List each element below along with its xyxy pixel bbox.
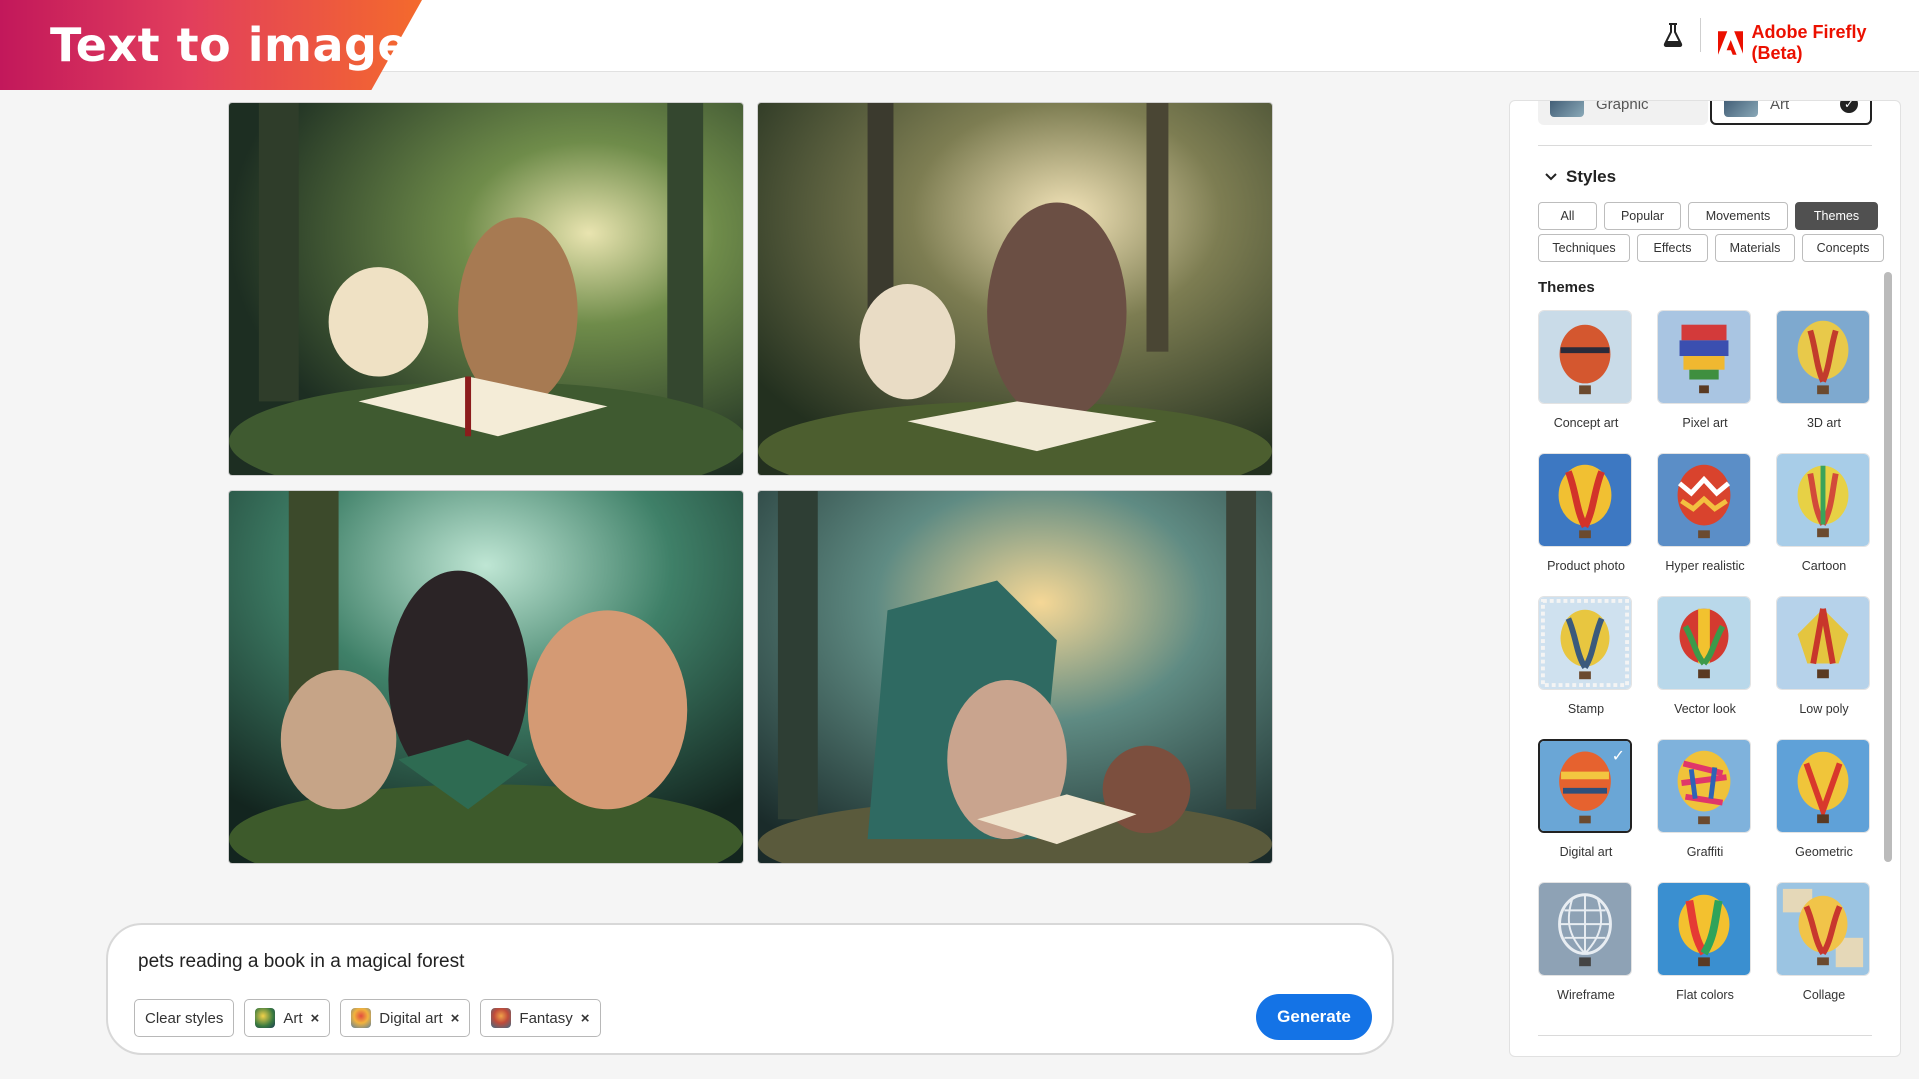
- style-chips: Clear styles Art × Digital art × Fantasy…: [134, 999, 601, 1037]
- styles-heading: Styles: [1566, 167, 1617, 186]
- themes-heading: Themes: [1538, 279, 1595, 296]
- theme-tile-concept-art[interactable]: Concept art: [1538, 310, 1634, 430]
- check-icon: ✓: [1840, 101, 1858, 113]
- tab-popular[interactable]: Popular: [1604, 202, 1681, 230]
- art-thumb-icon: [255, 1008, 276, 1028]
- art-thumb-icon: [1724, 101, 1758, 117]
- prompt-input[interactable]: pets reading a book in a magical forest: [138, 951, 464, 973]
- style-chip-art[interactable]: Art ×: [244, 999, 331, 1037]
- clear-styles-button[interactable]: Clear styles: [134, 999, 235, 1037]
- tab-movements[interactable]: Movements: [1688, 202, 1788, 230]
- balloon-thumb-icon: [1776, 453, 1870, 547]
- result-image-3[interactable]: [228, 490, 744, 864]
- theme-label: Stamp: [1567, 702, 1605, 716]
- prompt-box: pets reading a book in a magical forest …: [106, 923, 1394, 1055]
- generate-button[interactable]: Generate: [1256, 994, 1372, 1040]
- balloon-thumb-icon: [1776, 310, 1870, 404]
- divider: [1538, 145, 1872, 146]
- balloon-thumb-icon: [1538, 882, 1632, 976]
- theme-tile-stamp[interactable]: Stamp: [1538, 596, 1634, 716]
- theme-tile-graffiti[interactable]: Graffiti: [1657, 739, 1753, 859]
- theme-tile-digital-art[interactable]: ✓ Digital art: [1538, 739, 1634, 859]
- theme-label: Graffiti: [1686, 845, 1724, 859]
- style-chip-digital-art[interactable]: Digital art ×: [340, 999, 471, 1037]
- clear-styles-label: Clear styles: [145, 1009, 224, 1027]
- chip-label: Art: [283, 1009, 303, 1027]
- theme-label: Vector look: [1674, 702, 1736, 716]
- balloon-thumb-icon: [1657, 310, 1751, 404]
- theme-label: 3D art: [1806, 416, 1842, 430]
- balloon-thumb-icon: ✓: [1538, 739, 1632, 833]
- balloon-thumb-icon: [1657, 596, 1751, 690]
- top-divider: [1700, 18, 1701, 52]
- theme-tile-flat-colors[interactable]: Flat colors: [1657, 882, 1753, 1002]
- balloon-thumb-icon: [1538, 596, 1632, 690]
- theme-label: Low poly: [1799, 702, 1849, 716]
- content-type-label: Art: [1770, 100, 1790, 113]
- tab-all[interactable]: All: [1538, 202, 1597, 230]
- theme-tile-low-poly[interactable]: Low poly: [1776, 596, 1872, 716]
- check-icon: ✓: [1611, 748, 1625, 765]
- theme-tile-collage[interactable]: Collage: [1776, 882, 1872, 1002]
- balloon-thumb-icon: [1776, 596, 1870, 690]
- theme-label: Concept art: [1553, 416, 1619, 430]
- theme-tile-wireframe[interactable]: Wireframe: [1538, 882, 1634, 1002]
- style-tabs-row-1: All Popular Movements Themes: [1538, 202, 1878, 230]
- theme-label: Collage: [1802, 988, 1846, 1002]
- result-image-1[interactable]: [228, 102, 744, 476]
- style-tabs-row-2: Techniques Effects Materials Concepts: [1538, 234, 1884, 262]
- balloon-thumb-icon: [1776, 739, 1870, 833]
- result-image-4[interactable]: [757, 490, 1273, 864]
- beaker-icon[interactable]: [1662, 22, 1684, 48]
- adobe-logo-icon: [1718, 31, 1744, 55]
- balloon-thumb-icon: [1657, 739, 1751, 833]
- theme-label: Flat colors: [1676, 988, 1734, 1002]
- brand-name: Adobe Firefly (Beta): [1751, 22, 1867, 63]
- content-type-art[interactable]: Art ✓: [1710, 100, 1872, 125]
- chip-label: Fantasy: [519, 1009, 573, 1027]
- content-type-graphic[interactable]: Graphic: [1538, 100, 1708, 125]
- graphic-thumb-icon: [1550, 101, 1584, 117]
- tab-themes[interactable]: Themes: [1795, 202, 1878, 230]
- digital-art-thumb-icon: [351, 1008, 372, 1028]
- divider: [1538, 1035, 1872, 1036]
- styles-section-toggle[interactable]: Styles: [1544, 167, 1616, 187]
- theme-label: Digital art: [1559, 845, 1613, 859]
- theme-label: Product photo: [1547, 559, 1625, 573]
- theme-label: Cartoon: [1801, 559, 1847, 573]
- balloon-thumb-icon: [1538, 453, 1632, 547]
- theme-label: Hyper realistic: [1665, 559, 1745, 573]
- tab-concepts[interactable]: Concepts: [1802, 234, 1884, 262]
- balloon-thumb-icon: [1538, 310, 1632, 404]
- theme-tile-geometric[interactable]: Geometric: [1776, 739, 1872, 859]
- balloon-thumb-icon: [1657, 882, 1751, 976]
- style-chip-fantasy[interactable]: Fantasy ×: [480, 999, 601, 1037]
- close-icon[interactable]: ×: [451, 1010, 460, 1027]
- theme-tile-vector-look[interactable]: Vector look: [1657, 596, 1753, 716]
- tab-materials[interactable]: Materials: [1715, 234, 1795, 262]
- theme-tile-3d-art[interactable]: 3D art: [1776, 310, 1872, 430]
- content-type-label: Graphic: [1596, 100, 1649, 113]
- result-image-2[interactable]: [757, 102, 1273, 476]
- close-icon[interactable]: ×: [311, 1010, 320, 1027]
- theme-tile-pixel-art[interactable]: Pixel art: [1657, 310, 1753, 430]
- theme-tile-cartoon[interactable]: Cartoon: [1776, 453, 1872, 573]
- theme-label: Pixel art: [1682, 416, 1728, 430]
- brand[interactable]: Adobe Firefly (Beta): [1718, 22, 1919, 64]
- theme-tile-product-photo[interactable]: Product photo: [1538, 453, 1634, 573]
- settings-panel: Graphic Art ✓ Styles All Popular Movemen…: [1509, 100, 1901, 1057]
- balloon-thumb-icon: [1657, 453, 1751, 547]
- tab-effects[interactable]: Effects: [1637, 234, 1708, 262]
- close-icon[interactable]: ×: [581, 1010, 590, 1027]
- theme-label: Wireframe: [1557, 988, 1615, 1002]
- theme-tile-hyper-realistic[interactable]: Hyper realistic: [1657, 453, 1753, 573]
- chevron-down-icon: [1545, 173, 1557, 181]
- chip-label: Digital art: [379, 1009, 443, 1027]
- panel-scrollbar[interactable]: [1884, 272, 1892, 862]
- theme-label: Geometric: [1795, 845, 1853, 859]
- fantasy-thumb-icon: [491, 1008, 512, 1028]
- tab-techniques[interactable]: Techniques: [1538, 234, 1630, 262]
- balloon-thumb-icon: [1776, 882, 1870, 976]
- page-title: Text to image: [50, 18, 410, 72]
